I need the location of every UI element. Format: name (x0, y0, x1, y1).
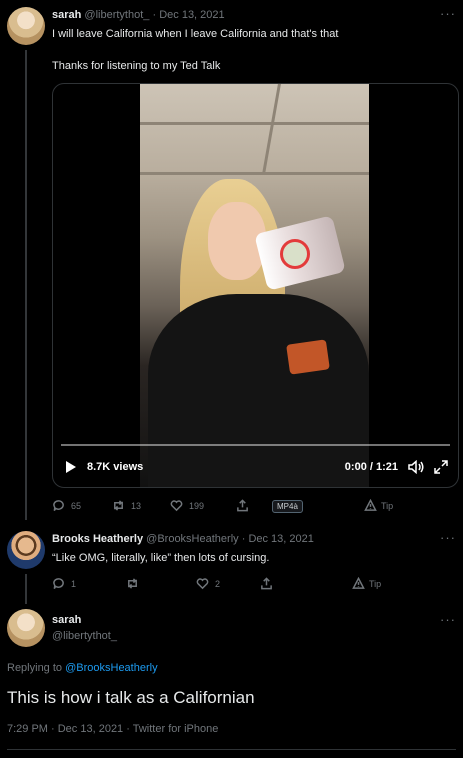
tweet1-reply-button[interactable]: 65 (52, 499, 112, 512)
reply-icon (53, 500, 64, 512)
tweet1-retweet-count: 13 (131, 500, 142, 511)
video-progress-bar[interactable] (61, 444, 450, 446)
ceiling-beam (140, 122, 369, 125)
video-view-count: 8.7K views (87, 461, 144, 473)
video-time: 0:00 / 1:21 (344, 461, 398, 473)
tweet1-like-button[interactable]: 199 (170, 499, 236, 512)
fullscreen-icon[interactable] (434, 460, 448, 474)
reply-more-icon[interactable]: ··· (440, 530, 456, 545)
reply-share-button[interactable] (260, 577, 352, 590)
tweet1-author-name[interactable]: sarah (52, 9, 81, 21)
replying-to-prefix: Replying to (7, 662, 66, 674)
replying-to-link[interactable]: @BrooksHeatherly (65, 662, 157, 674)
share-icon (261, 577, 272, 590)
main-more-icon[interactable]: ··· (440, 612, 456, 627)
share-icon (237, 499, 248, 512)
reply-author-name[interactable]: Brooks Heatherly (52, 533, 143, 545)
main-tweet-text: This is how i talk as a Californian (7, 688, 255, 707)
reply-text: “Like OMG, literally, like” then lots of… (52, 552, 270, 564)
tweet1-action-bar: 65 13 199 MP4à Tip (52, 499, 452, 513)
tweet1-text-line1: I will leave California when I leave Cal… (52, 28, 339, 40)
video-frame (140, 84, 369, 487)
heart-icon (196, 578, 209, 590)
mp4-badge-label: MP4à (272, 499, 303, 513)
tweet1-share-button[interactable] (236, 499, 272, 512)
avatar-sarah[interactable] (7, 7, 45, 45)
main-author-name[interactable]: sarah (52, 614, 81, 626)
tweet1-tip-button[interactable]: Tip (364, 499, 393, 512)
reply-icon (53, 578, 64, 590)
ceiling-beam (262, 84, 281, 174)
reply-like-count: 2 (215, 578, 221, 589)
avatar-sarah-main[interactable] (7, 609, 45, 647)
reply-author-handle[interactable]: @BrooksHeatherly (146, 533, 238, 545)
ceiling-beam (140, 172, 369, 175)
reply-date[interactable]: Dec 13, 2021 (248, 533, 313, 545)
reply-retweet-button[interactable] (126, 577, 196, 590)
tweet1-mp4-badge[interactable]: MP4à (272, 499, 364, 513)
reply-header: Brooks Heatherly @BrooksHeatherly · Dec … (52, 533, 314, 545)
reply-like-button[interactable]: 2 (196, 577, 260, 590)
tweet1-video-player[interactable]: 8.7K views 0:00 / 1:21 (52, 83, 459, 488)
tweet1-author-handle[interactable]: @libertythot_ (84, 9, 149, 21)
tweet1-separator: · (152, 9, 157, 21)
bottom-divider (7, 749, 456, 750)
hoodie-graphic (286, 339, 330, 375)
cup-logo (280, 239, 310, 269)
reply-tip-button[interactable]: Tip (352, 577, 381, 590)
reply-tip-label: Tip (369, 578, 382, 589)
reply-reply-count: 1 (71, 578, 77, 589)
video-controls: 8.7K views 0:00 / 1:21 (65, 456, 448, 478)
play-icon[interactable] (65, 460, 77, 474)
tweet1-retweet-button[interactable]: 13 (112, 499, 170, 512)
tweet1-reply-count: 65 (71, 500, 82, 511)
main-author-handle[interactable]: @libertythot_ (52, 630, 117, 642)
tweet1-text-line2: Thanks for listening to my Ted Talk (52, 60, 221, 72)
reply-separator: · (241, 533, 246, 545)
retweet-icon (128, 578, 137, 589)
tweet1-like-count: 199 (189, 500, 205, 511)
replying-to-line: Replying to @BrooksHeatherly (7, 662, 158, 674)
heart-icon (170, 500, 183, 512)
retweet-icon (114, 500, 123, 511)
tip-icon (352, 577, 365, 589)
main-tweet-meta[interactable]: 7:29 PM · Dec 13, 2021 · Twitter for iPh… (7, 723, 218, 735)
tip-icon (364, 499, 377, 511)
tweet1-more-icon[interactable]: ··· (440, 6, 456, 21)
avatar-brooks[interactable] (7, 531, 45, 569)
reply-reply-button[interactable]: 1 (52, 577, 126, 590)
thread-connector-line-2 (25, 574, 27, 604)
tweet1-date[interactable]: Dec 13, 2021 (159, 9, 224, 21)
tweet1-header: sarah @libertythot_ · Dec 13, 2021 (52, 9, 225, 21)
tweet1-tip-label: Tip (381, 500, 394, 511)
volume-icon[interactable] (408, 460, 424, 474)
thread-connector-line (25, 50, 27, 520)
reply-action-bar: 1 2 Tip (52, 577, 452, 590)
